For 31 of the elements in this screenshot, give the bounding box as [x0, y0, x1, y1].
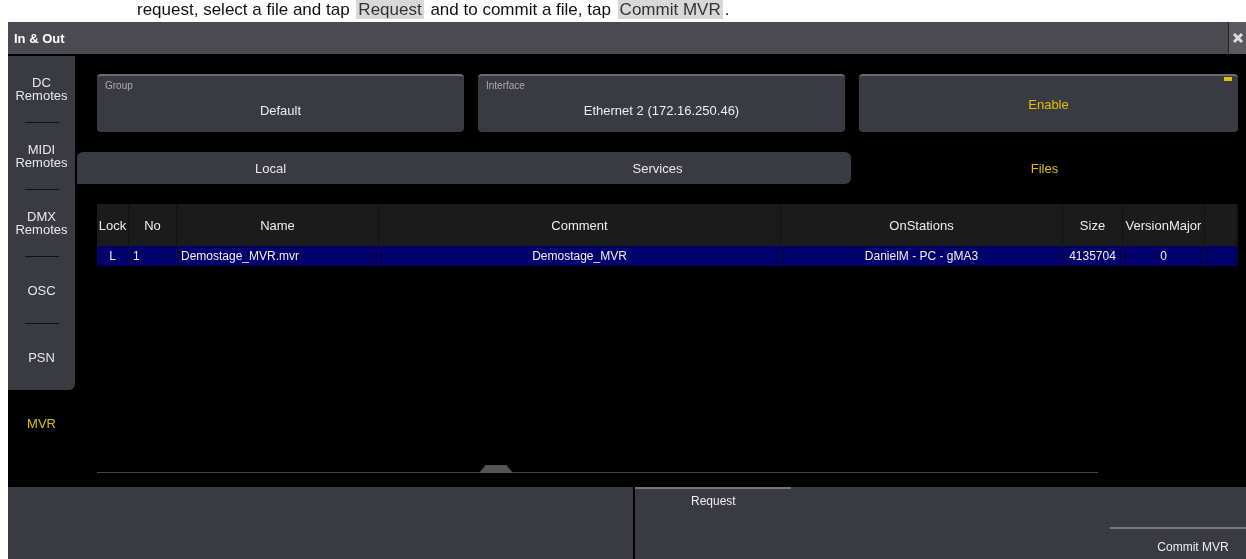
- window-title: In & Out: [13, 29, 66, 48]
- close-icon: [1231, 32, 1244, 44]
- close-button[interactable]: [1228, 22, 1246, 54]
- tab[interactable]: Services: [464, 152, 851, 184]
- column-header[interactable]: Lock: [97, 204, 129, 246]
- sidebar-item[interactable]: MIDI Remotes: [8, 123, 75, 189]
- column-header[interactable]: Name: [177, 204, 379, 246]
- column-header[interactable]: VersionMajor: [1123, 204, 1205, 246]
- commit-mvr-button[interactable]: Commit MVR: [1110, 527, 1246, 559]
- enable-button[interactable]: Enable: [859, 74, 1238, 132]
- column-header[interactable]: OnStations: [781, 204, 1063, 246]
- table-cell: 0: [1123, 246, 1205, 266]
- sidebar-item[interactable]: PSN: [8, 324, 75, 390]
- table-cell: L: [97, 246, 129, 266]
- select-field[interactable]: Interface Ethernet 2 (172.16.250.46): [478, 74, 845, 132]
- column-header[interactable]: Comment: [379, 204, 781, 246]
- column-header[interactable]: No: [129, 204, 177, 246]
- sidebar-item[interactable]: OSC: [8, 257, 75, 323]
- table-cell: Demostage_MVR.mvr: [177, 246, 379, 266]
- table-cell: 1: [129, 246, 177, 266]
- sidebar-item[interactable]: DMX Remotes: [8, 190, 75, 256]
- table-cell: 4135704: [1063, 246, 1123, 266]
- column-header[interactable]: Size: [1063, 204, 1123, 246]
- sidebar-item[interactable]: DC Remotes: [8, 56, 75, 122]
- table-cell: Demostage_MVR: [379, 246, 781, 266]
- scroll-handle[interactable]: [479, 465, 513, 473]
- tab[interactable]: Local: [77, 152, 464, 184]
- request-button[interactable]: Request: [635, 487, 791, 523]
- documentation-caption: request, select a file and tap Request and to commit a file, tap Commit MVR .: [136, 0, 731, 21]
- select-field[interactable]: Group Default: [97, 74, 464, 132]
- table-cell: DanielM - PC - gMA3: [781, 246, 1063, 266]
